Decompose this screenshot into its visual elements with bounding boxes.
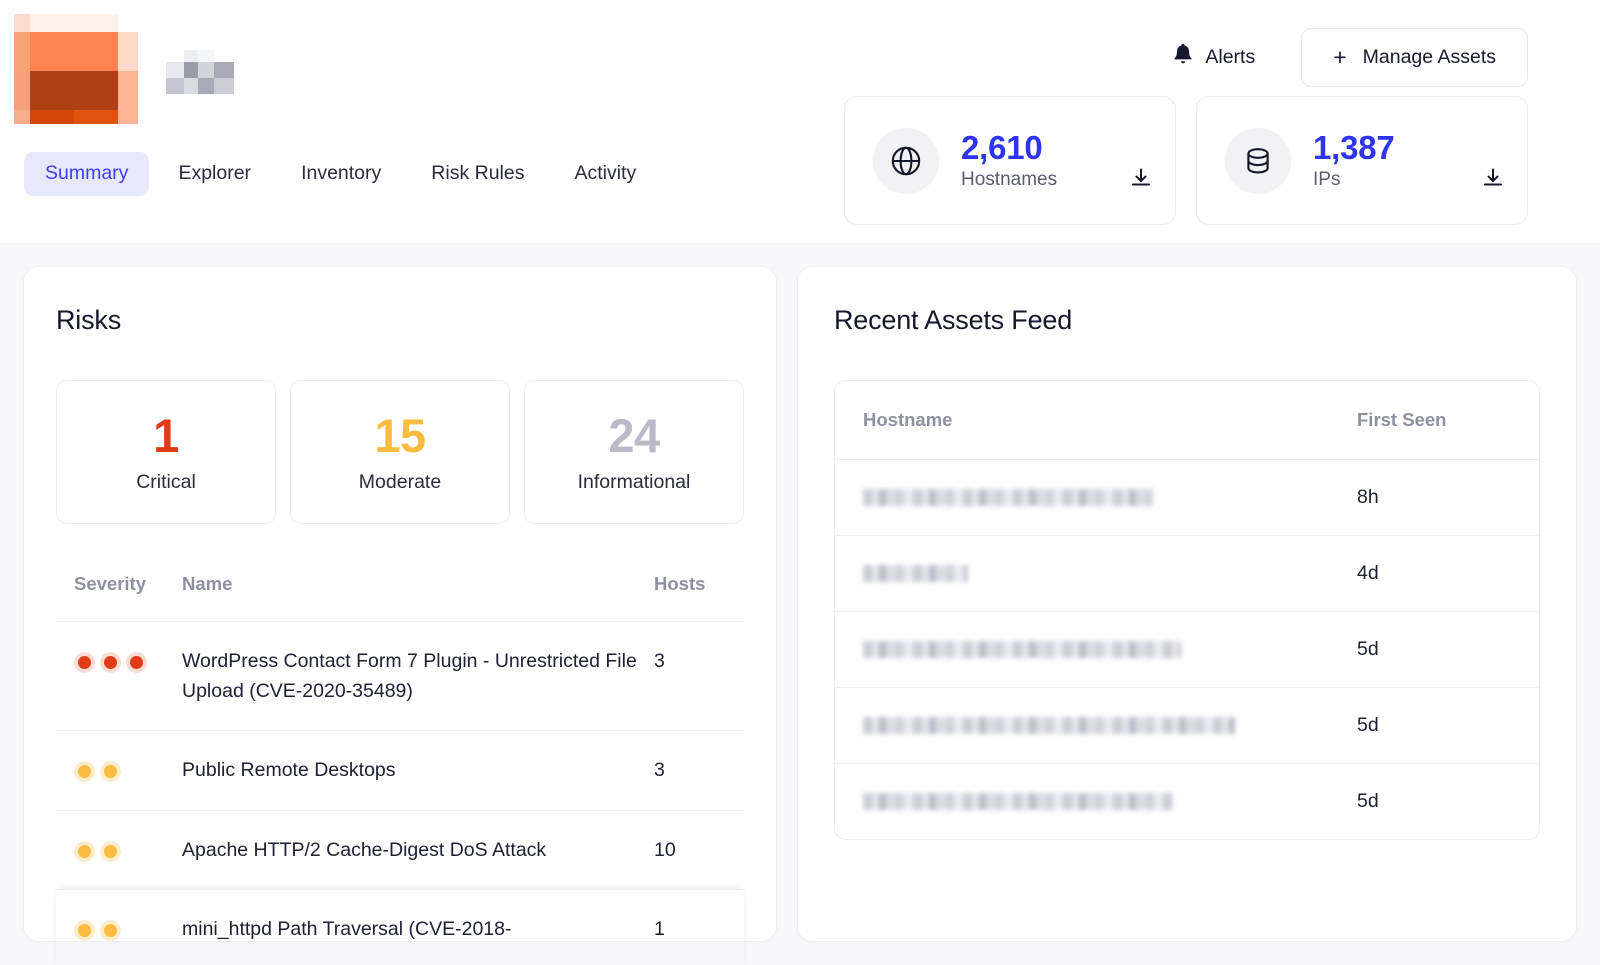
hostnames-count: 2,610 xyxy=(961,129,1043,167)
critical-count: 1 xyxy=(153,408,179,462)
bell-icon xyxy=(1172,43,1194,72)
risk-severity-cell xyxy=(56,810,182,890)
tab-explorer[interactable]: Explorer xyxy=(157,152,272,196)
table-row[interactable]: 4d xyxy=(835,535,1539,612)
tab-inventory[interactable]: Inventory xyxy=(280,152,402,196)
hostnames-label: Hostnames xyxy=(961,169,1058,191)
globe-icon xyxy=(873,127,939,194)
redacted-company-wordmark xyxy=(166,50,234,94)
tab-summary[interactable]: Summary xyxy=(24,152,150,196)
download-icon[interactable] xyxy=(1481,128,1505,194)
risk-hosts-cell: 1 xyxy=(654,917,665,940)
stat-card-ips[interactable]: 1,387 IPs xyxy=(1196,96,1528,225)
primary-tab-nav[interactable]: Summary Explorer Inventory Risk Rules Ac… xyxy=(24,152,657,196)
stat-card-hostnames[interactable]: 2,610 Hostnames xyxy=(844,96,1176,225)
critical-label: Critical xyxy=(136,470,196,493)
main-content: Risks 1 Critical 15 Moderate 24 Informat… xyxy=(0,243,1600,965)
table-row[interactable]: 8h xyxy=(835,459,1539,536)
feed-table-body: 8h 4d 5d 5d 5d xyxy=(835,459,1539,840)
table-row[interactable]: Apache HTTP/2 Cache-Digest DoS Attack 10 xyxy=(56,810,744,890)
stat-cards: 2,610 Hostnames 1,387 IPs xyxy=(844,96,1528,225)
app-header: Summary Explorer Inventory Risk Rules Ac… xyxy=(0,0,1600,243)
moderate-label: Moderate xyxy=(358,470,442,493)
severity-dots-critical-icon xyxy=(74,652,182,673)
feed-hostname-cell[interactable] xyxy=(835,764,1329,840)
alerts-button[interactable]: Alerts xyxy=(1172,43,1255,72)
redacted-hostname xyxy=(863,489,1153,506)
severity-dots-moderate-icon xyxy=(74,840,182,862)
risk-severity-cell xyxy=(56,730,182,811)
feed-first-seen-cell: 5d xyxy=(1329,687,1539,764)
table-row[interactable]: 5d xyxy=(835,687,1539,764)
informational-count: 24 xyxy=(608,408,660,462)
moderate-count: 15 xyxy=(374,408,426,462)
redacted-hostname xyxy=(863,641,1181,658)
recent-assets-feed-panel: Recent Assets Feed Hostname First Seen 8… xyxy=(798,267,1576,941)
risk-severity-cell xyxy=(56,621,182,732)
tab-risk-rules[interactable]: Risk Rules xyxy=(410,152,545,196)
risk-severity-cell xyxy=(56,889,182,965)
tab-activity[interactable]: Activity xyxy=(553,152,657,196)
feed-panel-title: Recent Assets Feed xyxy=(834,305,1073,335)
feed-first-seen-cell: 5d xyxy=(1329,611,1539,688)
table-row[interactable]: mini_httpd Path Traversal (CVE-2018- 1 xyxy=(56,889,744,965)
feed-hostname-cell[interactable] xyxy=(835,611,1329,688)
table-row[interactable]: WordPress Contact Form 7 Plugin - Unrest… xyxy=(56,621,744,732)
column-header-hostname[interactable]: Hostname xyxy=(835,381,1329,460)
feed-hostname-cell[interactable] xyxy=(835,687,1329,764)
ips-label: IPs xyxy=(1313,169,1341,191)
severity-card-critical[interactable]: 1 Critical xyxy=(56,380,276,524)
header-actions: Alerts + Manage Assets xyxy=(1172,28,1528,87)
manage-assets-label: Manage Assets xyxy=(1362,46,1496,68)
alerts-label: Alerts xyxy=(1205,46,1256,68)
redacted-company-logo xyxy=(14,14,138,124)
feed-hostname-cell[interactable] xyxy=(835,535,1329,612)
feed-first-seen-cell: 4d xyxy=(1329,535,1539,612)
brand-logo-area[interactable] xyxy=(14,14,234,124)
table-row[interactable]: 5d xyxy=(835,764,1539,840)
column-header-first-seen[interactable]: First Seen xyxy=(1329,381,1539,460)
table-row[interactable]: Public Remote Desktops 3 xyxy=(56,730,744,811)
risk-hosts-cell: 3 xyxy=(648,621,744,732)
feed-first-seen-cell: 5d xyxy=(1357,790,1379,812)
risks-table-header: Severity Name Hosts xyxy=(56,551,744,622)
feed-hostname-cell[interactable] xyxy=(835,459,1329,536)
column-header-severity[interactable]: Severity xyxy=(56,551,182,622)
redacted-hostname xyxy=(863,717,1235,734)
ips-count: 1,387 xyxy=(1313,129,1395,167)
severity-dots-moderate-icon xyxy=(74,761,182,783)
severity-dots-moderate-icon xyxy=(74,919,182,941)
risks-panel: Risks 1 Critical 15 Moderate 24 Informat… xyxy=(24,267,776,941)
feed-table-wrapper: Hostname First Seen 8h 4d 5d 5d 5d xyxy=(834,380,1540,840)
risks-table: Severity Name Hosts WordPress Contact Fo… xyxy=(56,551,744,965)
redacted-hostname xyxy=(863,793,1173,810)
risk-name-cell[interactable]: WordPress Contact Form 7 Plugin - Unrest… xyxy=(182,621,648,732)
severity-summary-cards: 1 Critical 15 Moderate 24 Informational xyxy=(56,380,744,524)
risk-name-cell[interactable]: Apache HTTP/2 Cache-Digest DoS Attack xyxy=(182,810,648,890)
manage-assets-button[interactable]: + Manage Assets xyxy=(1301,28,1528,87)
table-row[interactable]: 5d xyxy=(835,611,1539,688)
feed-table-header: Hostname First Seen xyxy=(835,381,1539,460)
severity-card-moderate[interactable]: 15 Moderate xyxy=(290,380,510,524)
risks-table-body: WordPress Contact Form 7 Plugin - Unrest… xyxy=(56,621,744,965)
informational-label: Informational xyxy=(577,470,691,493)
redacted-hostname xyxy=(863,565,968,582)
risk-hosts-cell: 3 xyxy=(648,730,744,811)
database-icon xyxy=(1225,127,1291,194)
risks-panel-title: Risks xyxy=(56,305,121,335)
column-header-hosts[interactable]: Hosts xyxy=(648,551,744,622)
column-header-name[interactable]: Name xyxy=(182,551,648,622)
plus-icon: + xyxy=(1333,44,1347,70)
severity-card-informational[interactable]: 24 Informational xyxy=(524,380,744,524)
download-icon[interactable] xyxy=(1129,128,1153,194)
recent-assets-table: Hostname First Seen 8h 4d 5d 5d 5d xyxy=(835,381,1539,839)
feed-first-seen-cell: 8h xyxy=(1329,459,1539,536)
risk-name-cell[interactable]: mini_httpd Path Traversal (CVE-2018- xyxy=(182,889,648,965)
risk-hosts-cell: 10 xyxy=(648,810,744,890)
risk-name-cell[interactable]: Public Remote Desktops xyxy=(182,730,648,811)
